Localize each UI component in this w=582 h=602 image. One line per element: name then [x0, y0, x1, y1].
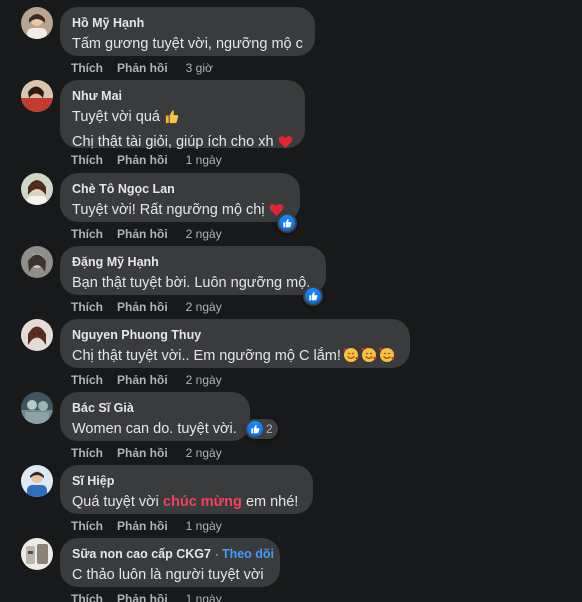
like-reaction-icon: [305, 288, 321, 304]
like-button[interactable]: Thích: [71, 60, 103, 76]
reply-button[interactable]: Phản hồi: [117, 152, 168, 168]
comment-actions: Thích Phản hồi 1 ngày: [71, 152, 222, 168]
comment-bubble: Như Mai Tuyệt vời quá Chị thật tài giỏi,…: [60, 80, 305, 150]
comment-timestamp[interactable]: 1 ngày: [186, 591, 222, 602]
comment-author[interactable]: Như Mai: [72, 88, 122, 104]
comment-actions: Thích Phản hồi 1 ngày: [71, 518, 222, 534]
comment-timestamp[interactable]: 1 ngày: [186, 518, 222, 534]
comment-actions: Thích Phản hồi 2 ngày: [71, 372, 222, 388]
avatar[interactable]: [21, 392, 53, 424]
comment-timestamp[interactable]: 2 ngày: [186, 372, 222, 388]
avatar[interactable]: [21, 7, 53, 39]
comment-timestamp[interactable]: 2 ngày: [186, 299, 222, 315]
avatar[interactable]: [21, 465, 53, 497]
comment-text-after: em nhé!: [245, 494, 299, 510]
reply-button[interactable]: Phản hồi: [117, 372, 168, 388]
reply-button[interactable]: Phản hồi: [117, 445, 168, 461]
comment-actions: Thích Phản hồi 1 ngày: [71, 591, 222, 602]
comment-bubble: Sữa non cao cấp CKG7 · Theo dõi C thảo l…: [60, 538, 280, 587]
comment-text: Quá tuyệt vời chúc mừng em nhé!: [72, 492, 301, 512]
like-button[interactable]: Thích: [71, 226, 103, 242]
comment-bubble: Hồ Mỹ Hạnh Tấm gương tuyệt vời, ngưỡng m…: [60, 7, 315, 56]
comment-author[interactable]: Đặng Mỹ Hạnh: [72, 254, 159, 270]
reply-button[interactable]: Phản hồi: [117, 591, 168, 602]
avatar[interactable]: [21, 246, 53, 278]
comment-timestamp[interactable]: 2 ngày: [186, 226, 222, 242]
comment-text: Tuyệt vời! Rất ngưỡng mộ chị: [72, 200, 288, 223]
comment-actions: Thích Phản hồi 2 ngày: [71, 299, 222, 315]
comment-text-before: Quá tuyệt vời: [72, 494, 159, 510]
reaction-badge[interactable]: [277, 213, 297, 233]
reaction-count: 2: [266, 422, 273, 436]
comment-text-line: Chị thật tài giỏi, giúp ích cho xh: [72, 134, 274, 150]
comment-author[interactable]: Bác Sĩ Già: [72, 400, 134, 416]
comment-text-line: Tuyệt vời! Rất ngưỡng mộ chị: [72, 202, 265, 218]
comment-text: Tuyệt vời quá: [72, 107, 293, 130]
comment-bubble: Nguyen Phuong Thuy Chị thật tuyệt vời.. …: [60, 319, 410, 368]
reply-button[interactable]: Phản hồi: [117, 518, 168, 534]
like-button[interactable]: Thích: [71, 152, 103, 168]
reaction-badge[interactable]: 2: [245, 419, 278, 439]
like-button[interactable]: Thích: [71, 445, 103, 461]
red-heart-emoji-icon: [278, 135, 293, 155]
comment-author[interactable]: Hồ Mỹ Hạnh: [72, 15, 144, 31]
comment-text: Women can do. tuyệt vời.: [72, 421, 237, 437]
like-button[interactable]: Thích: [71, 591, 103, 602]
comment-text-line: Tuyệt vời quá: [72, 109, 160, 125]
comment-actions: Thích Phản hồi 3 giờ: [71, 60, 213, 76]
reply-button[interactable]: Phản hồi: [117, 60, 168, 76]
like-button[interactable]: Thích: [71, 518, 103, 534]
comment-text-line: Chị thật tuyệt vời.. Em ngưỡng mộ C lắm!: [72, 348, 341, 364]
like-button[interactable]: Thích: [71, 299, 103, 315]
avatar[interactable]: [21, 80, 53, 112]
follow-link[interactable]: Theo dõi: [222, 546, 274, 562]
like-reaction-icon: [247, 421, 263, 437]
avatar[interactable]: [21, 173, 53, 205]
highlighted-text: chúc mừng: [162, 494, 242, 510]
comment-author[interactable]: Sữa non cao cấp CKG7: [72, 546, 211, 562]
like-button[interactable]: Thích: [71, 372, 103, 388]
smiling-face-with-hearts-emoji-icon: [361, 347, 377, 369]
comment-bubble: Đặng Mỹ Hạnh Bạn thật tuyệt bời. Luôn ng…: [60, 246, 326, 295]
comment-timestamp[interactable]: 3 giờ: [186, 60, 213, 76]
like-reaction-icon: [279, 215, 295, 231]
reply-button[interactable]: Phản hồi: [117, 299, 168, 315]
comment-author[interactable]: Sĩ Hiệp: [72, 473, 114, 489]
comment-author[interactable]: Chè Tô Ngọc Lan: [72, 181, 175, 197]
comment-timestamp[interactable]: 1 ngày: [186, 152, 222, 168]
avatar[interactable]: [21, 538, 53, 570]
smiling-face-with-hearts-emoji-icon: [343, 347, 359, 369]
comment-actions: Thích Phản hồi 2 ngày: [71, 445, 222, 461]
comment-actions: Thích Phản hồi 2 ngày: [71, 226, 222, 242]
comment-text: C thảo luôn là người tuyệt vời: [72, 567, 264, 583]
avatar[interactable]: [21, 319, 53, 351]
comment-bubble: Sĩ Hiệp Quá tuyệt vời chúc mừng em nhé!: [60, 465, 313, 514]
comment-text: Chị thật tuyệt vời.. Em ngưỡng mộ C lắm!: [72, 346, 398, 369]
smiling-face-with-hearts-emoji-icon: [379, 347, 395, 369]
comment-bubble: Bác Sĩ Già Women can do. tuyệt vời.: [60, 392, 250, 441]
reaction-badge[interactable]: [303, 286, 323, 306]
comment-bubble: Chè Tô Ngọc Lan Tuyệt vời! Rất ngưỡng mộ…: [60, 173, 300, 222]
comment-text: Tấm gương tuyệt vời, ngưỡng mộ c: [72, 36, 303, 52]
comment-text: Bạn thật tuyệt bời. Luôn ngưỡng mộ.: [72, 275, 311, 291]
thumbs-up-emoji-icon: [164, 109, 179, 130]
comment-timestamp[interactable]: 2 ngày: [186, 445, 222, 461]
comment-list: Hồ Mỹ Hạnh Tấm gương tuyệt vời, ngưỡng m…: [0, 0, 582, 602]
separator-dot: ·: [214, 547, 219, 561]
reply-button[interactable]: Phản hồi: [117, 226, 168, 242]
comment-author[interactable]: Nguyen Phuong Thuy: [72, 327, 201, 343]
